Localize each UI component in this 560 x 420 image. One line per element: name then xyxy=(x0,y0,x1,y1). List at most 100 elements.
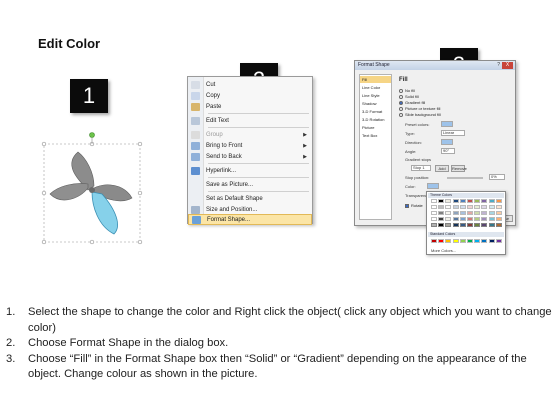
type-dropdown[interactable]: Linear xyxy=(441,130,465,136)
standard-color-swatch[interactable] xyxy=(474,239,481,243)
theme-color-swatch[interactable] xyxy=(445,199,452,203)
pinwheel-shape[interactable] xyxy=(36,128,146,248)
theme-color-swatch[interactable] xyxy=(467,199,473,203)
theme-color-swatch[interactable] xyxy=(452,211,459,215)
theme-color-swatch[interactable] xyxy=(495,199,502,203)
theme-color-swatch[interactable] xyxy=(438,217,445,221)
theme-color-swatch[interactable] xyxy=(431,223,437,227)
menu-item-paste[interactable]: Paste xyxy=(188,101,312,112)
menu-item-hyperlink[interactable]: Hyperlink... xyxy=(188,165,312,176)
theme-color-swatch[interactable] xyxy=(459,205,466,209)
theme-color-swatch[interactable] xyxy=(431,199,437,203)
theme-color-swatch[interactable] xyxy=(438,211,445,215)
standard-color-swatch[interactable] xyxy=(445,239,452,243)
standard-color-swatch[interactable] xyxy=(431,239,437,243)
nav-item-3d-rotation[interactable]: 3-D Rotation xyxy=(360,116,391,123)
theme-color-swatch[interactable] xyxy=(452,217,459,221)
theme-color-swatch[interactable] xyxy=(459,211,466,215)
theme-color-swatch[interactable] xyxy=(438,199,445,203)
option-solid-fill[interactable]: Solid fill xyxy=(399,94,419,99)
nav-item-text-box[interactable]: Text Box xyxy=(360,132,391,139)
theme-color-swatch[interactable] xyxy=(459,223,466,227)
theme-color-swatch[interactable] xyxy=(474,199,481,203)
theme-color-swatch[interactable] xyxy=(481,211,488,215)
menu-item-cut[interactable]: Cut xyxy=(188,79,312,90)
theme-color-swatch[interactable] xyxy=(481,217,488,221)
color-dropdown[interactable] xyxy=(427,183,439,189)
standard-color-swatch[interactable] xyxy=(481,239,488,243)
theme-color-swatch[interactable] xyxy=(459,199,466,203)
menu-item-set-default-shape[interactable]: Set as Default Shape xyxy=(188,193,312,204)
option-gradient-fill[interactable]: Gradient fill xyxy=(399,100,425,105)
nav-item-picture[interactable]: Picture xyxy=(360,124,391,131)
theme-color-swatch[interactable] xyxy=(488,211,495,215)
menu-item-bring-to-front[interactable]: Bring to Front ▶ xyxy=(188,140,312,151)
theme-color-swatch[interactable] xyxy=(452,223,459,227)
theme-color-swatch[interactable] xyxy=(467,211,473,215)
standard-color-swatch[interactable] xyxy=(495,239,502,243)
theme-color-swatch[interactable] xyxy=(481,205,488,209)
theme-color-swatch[interactable] xyxy=(438,223,445,227)
nav-item-shadow[interactable]: Shadow xyxy=(360,100,391,107)
add-stop-button[interactable]: Add xyxy=(435,165,449,172)
theme-color-swatch[interactable] xyxy=(474,223,481,227)
theme-color-swatch[interactable] xyxy=(445,205,452,209)
theme-color-swatch[interactable] xyxy=(495,211,502,215)
theme-color-swatch[interactable] xyxy=(467,217,473,221)
remove-stop-button[interactable]: Remove xyxy=(451,165,467,172)
theme-color-swatch[interactable] xyxy=(452,199,459,203)
direction-dropdown[interactable] xyxy=(441,139,453,145)
nav-item-line-color[interactable]: Line Color xyxy=(360,84,391,91)
theme-color-swatch[interactable] xyxy=(431,205,437,209)
option-slide-background-fill[interactable]: Slide background fill xyxy=(399,112,441,117)
dialog-titlebar[interactable]: Format Shape xyxy=(355,61,515,70)
theme-color-swatch[interactable] xyxy=(488,217,495,221)
theme-color-swatch[interactable] xyxy=(481,199,488,203)
dialog-nav[interactable]: Fill Line Color Line Style Shadow 3-D Fo… xyxy=(359,74,392,220)
theme-color-swatch[interactable] xyxy=(488,223,495,227)
nav-item-line-style[interactable]: Line Style xyxy=(360,92,391,99)
theme-color-swatch[interactable] xyxy=(474,217,481,221)
theme-color-swatch[interactable] xyxy=(452,205,459,209)
menu-item-send-to-back[interactable]: Send to Back ▶ xyxy=(188,151,312,162)
theme-color-swatch[interactable] xyxy=(474,205,481,209)
close-icon[interactable]: X xyxy=(502,62,513,69)
menu-item-format-shape[interactable]: Format Shape... xyxy=(188,214,312,225)
theme-color-swatch[interactable] xyxy=(431,217,437,221)
option-no-fill[interactable]: No fill xyxy=(399,88,415,93)
more-colors-option[interactable]: More Colors... xyxy=(431,248,456,253)
nav-item-3d-format[interactable]: 3-D Format xyxy=(360,108,391,115)
theme-color-swatch[interactable] xyxy=(459,217,466,221)
rotate-with-shape-checkbox[interactable]: Rotate xyxy=(405,203,423,208)
menu-item-group[interactable]: Group ▶ xyxy=(188,129,312,140)
help-icon[interactable]: ? xyxy=(497,62,500,68)
standard-color-swatch[interactable] xyxy=(467,239,473,243)
theme-color-swatch[interactable] xyxy=(431,211,437,215)
theme-color-swatch[interactable] xyxy=(488,199,495,203)
theme-color-swatch[interactable] xyxy=(481,223,488,227)
nav-item-fill[interactable]: Fill xyxy=(360,76,391,83)
standard-color-swatch[interactable] xyxy=(452,239,459,243)
standard-color-swatch[interactable] xyxy=(459,239,466,243)
stop-position-input[interactable]: 0% xyxy=(489,174,505,180)
theme-color-swatch[interactable] xyxy=(495,223,502,227)
theme-color-swatch[interactable] xyxy=(445,217,452,221)
standard-color-swatch[interactable] xyxy=(488,239,495,243)
standard-color-swatch[interactable] xyxy=(438,239,445,243)
theme-color-swatch[interactable] xyxy=(445,223,452,227)
preset-colors-dropdown[interactable] xyxy=(441,121,453,127)
theme-color-swatch[interactable] xyxy=(438,205,445,209)
theme-color-swatch[interactable] xyxy=(467,223,473,227)
theme-color-swatch[interactable] xyxy=(495,205,502,209)
context-menu[interactable]: Cut Copy Paste Edit Text Group ▶ Bring t… xyxy=(187,76,313,225)
angle-input[interactable]: 90° xyxy=(441,148,455,154)
theme-color-swatch[interactable] xyxy=(474,211,481,215)
color-picker[interactable]: Theme Colors Standard Colors More Colors… xyxy=(426,191,506,255)
theme-color-swatch[interactable] xyxy=(467,205,473,209)
theme-color-swatch[interactable] xyxy=(445,211,452,215)
theme-color-swatch[interactable] xyxy=(495,217,502,221)
menu-item-save-as-picture[interactable]: Save as Picture... xyxy=(188,179,312,190)
theme-color-swatch[interactable] xyxy=(488,205,495,209)
menu-item-edit-text[interactable]: Edit Text xyxy=(188,115,312,126)
rotate-handle[interactable] xyxy=(89,132,95,138)
